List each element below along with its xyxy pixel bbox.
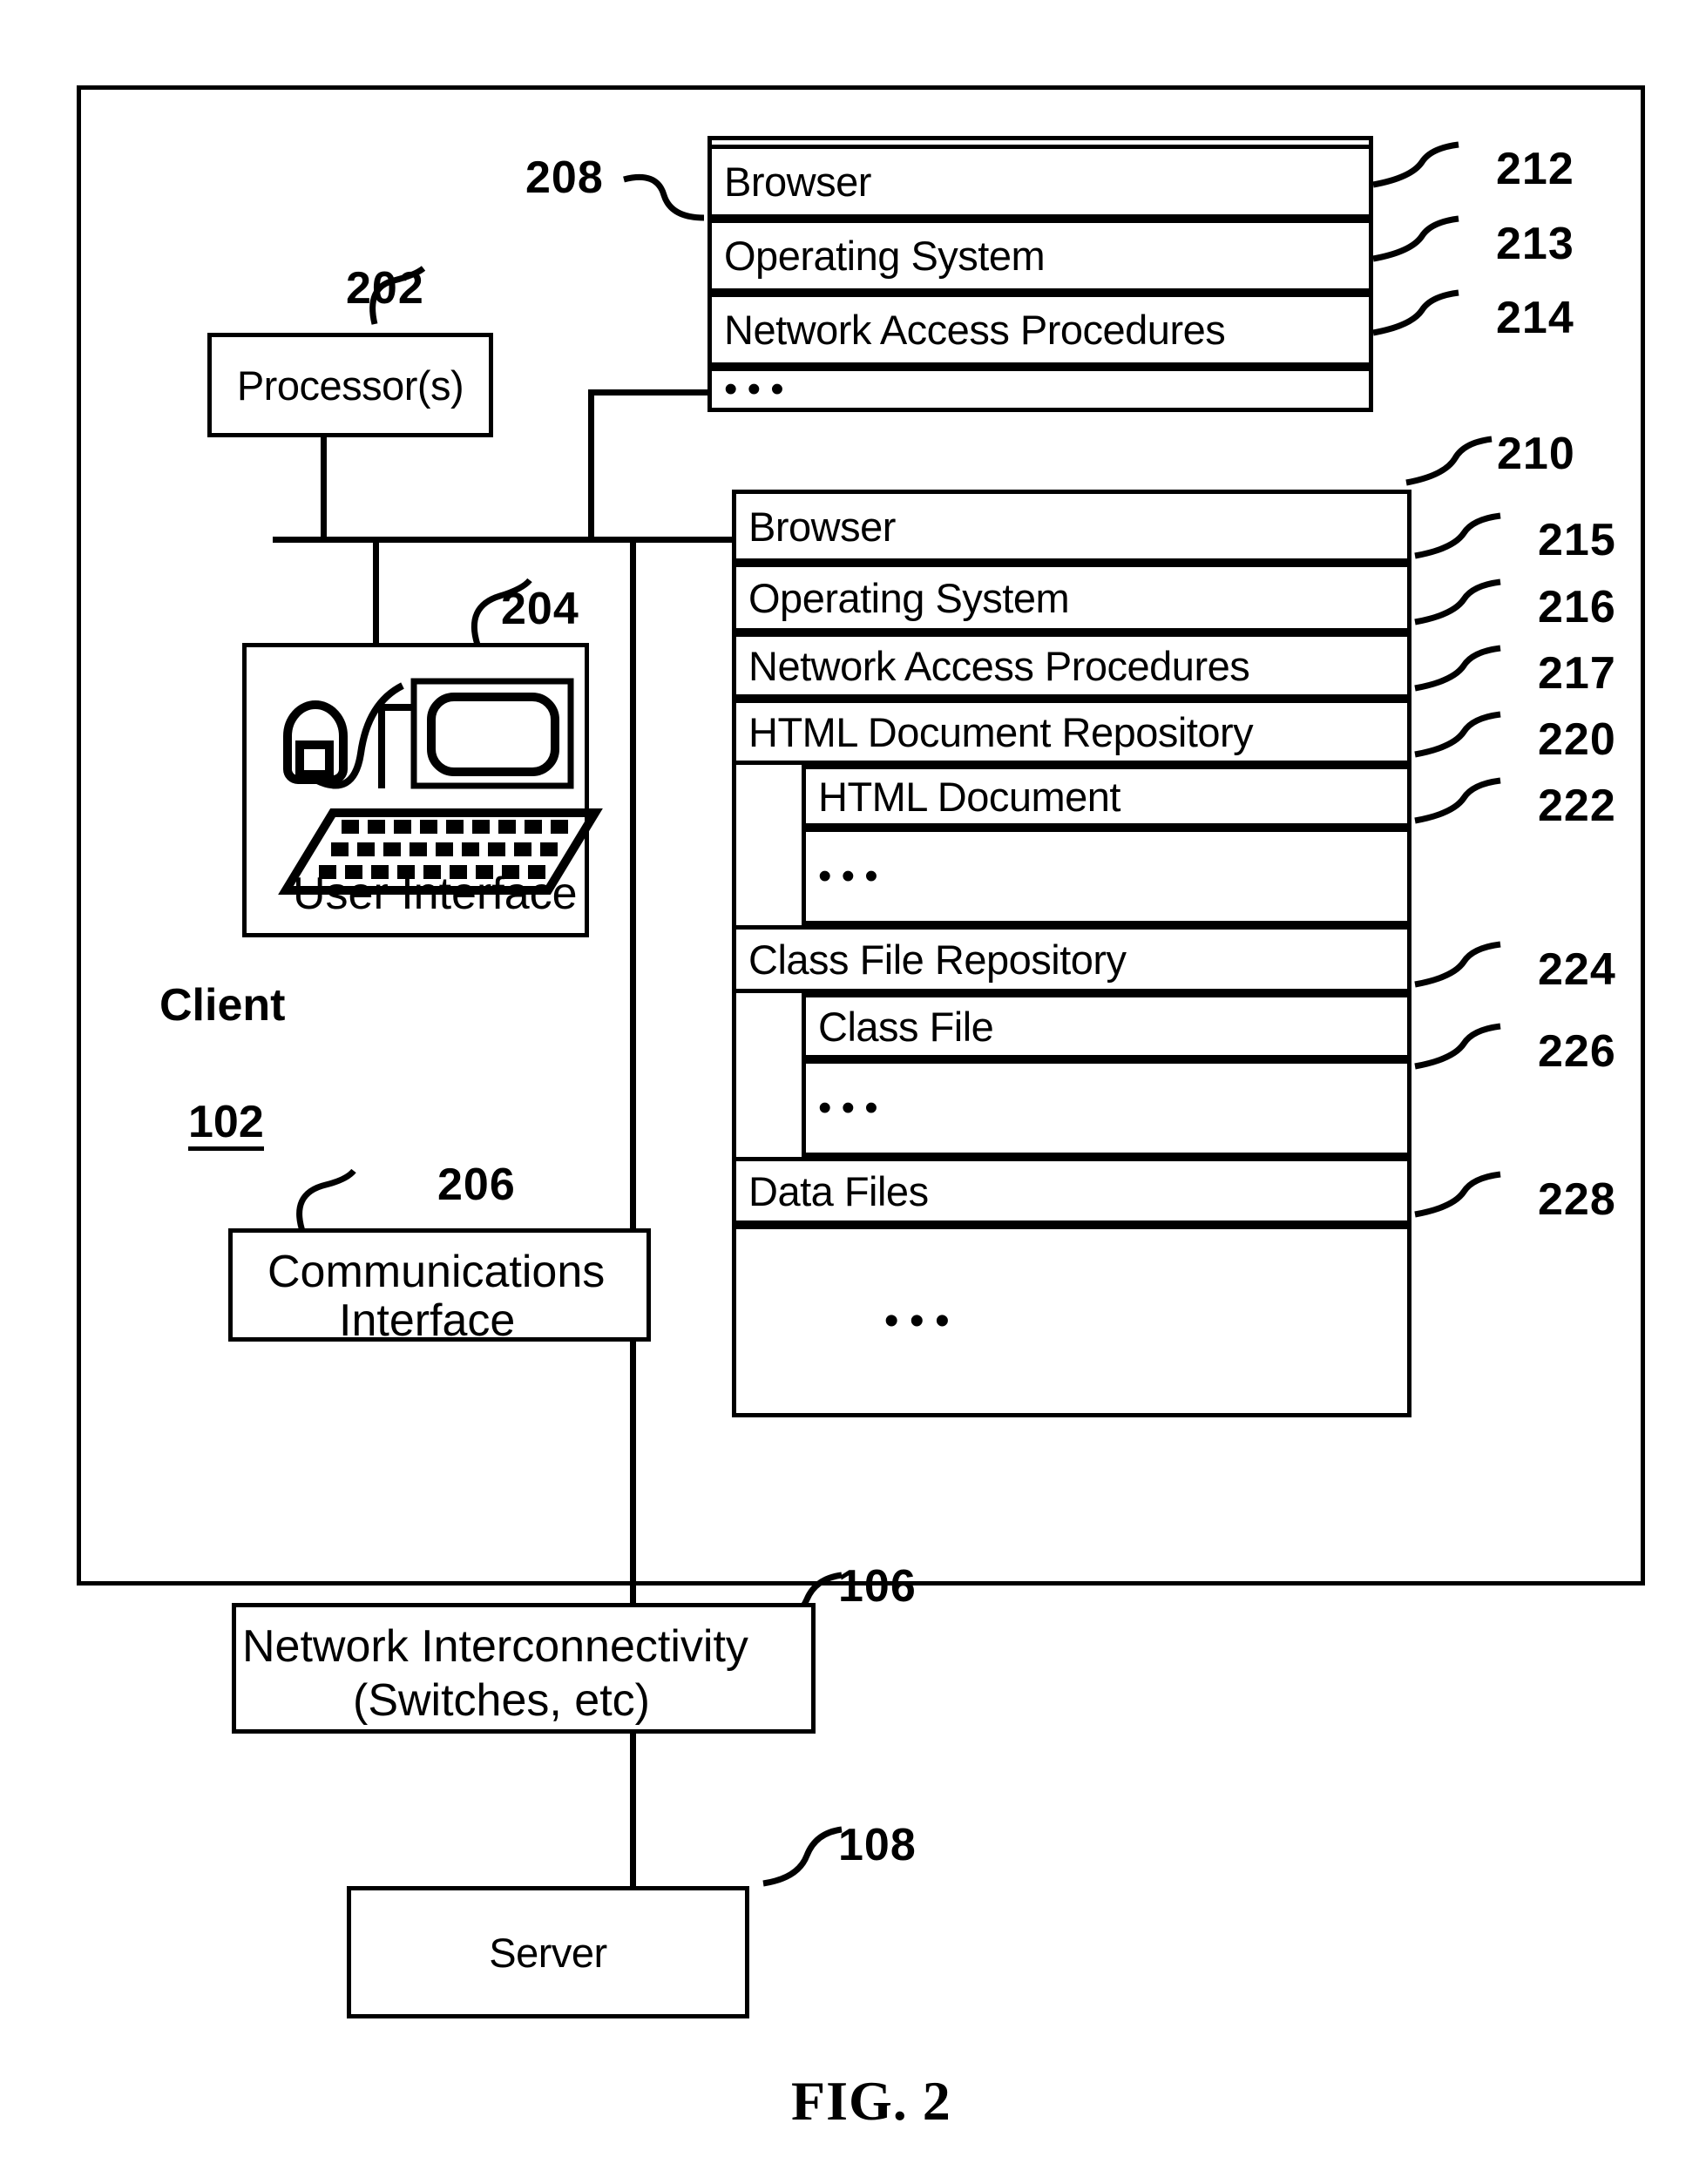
memory-210-row-class-file-label: Class File: [818, 1003, 994, 1050]
memory-208-row-os: Operating System: [707, 219, 1373, 293]
network-label-line1: Network Interconnectivity: [242, 1621, 748, 1672]
comm-interface-bus-line: [630, 537, 636, 1229]
network-label-line2: (Switches, etc): [353, 1675, 650, 1726]
patent-figure-2: Processor(s) User Interface Client 102 C…: [0, 0, 1706, 2184]
memory-210-row-html-document-label: HTML Document: [818, 773, 1120, 820]
ref-204: 204: [501, 584, 579, 634]
communications-interface-label-line1: Communications: [267, 1247, 606, 1297]
processor-box: Processor(s): [207, 333, 493, 437]
client-to-network-line: [630, 1342, 636, 1603]
ref-202: 202: [346, 263, 424, 314]
processor-label: Processor(s): [236, 362, 464, 409]
memory-208-row-browser: Browser: [707, 145, 1373, 219]
memory-210-row-class-repo: Class File Repository: [732, 925, 1412, 993]
memory-210-row-class-ellipsis: • • •: [802, 1059, 1412, 1157]
memory-208-row-nap: Network Access Procedures: [707, 293, 1373, 367]
memory-210-row-nap: Network Access Procedures: [732, 632, 1412, 699]
ref-224: 224: [1538, 944, 1616, 995]
ref-210: 210: [1497, 429, 1575, 479]
memory-210-row-browser-label: Browser: [748, 503, 896, 550]
memory-210-class-ellipsis-label: • • •: [818, 1086, 878, 1129]
client-title: Client: [159, 980, 286, 1031]
memory-208-row-ellipsis: • • •: [707, 367, 1373, 412]
ref-217: 217: [1538, 648, 1616, 699]
ui-bus-stub: [373, 537, 379, 645]
user-interface-label: User Interface: [293, 869, 578, 919]
memory-208-ellipsis-label: • • •: [724, 368, 784, 410]
bus-to-memory-210: [610, 537, 736, 543]
server-box: Server: [347, 1886, 749, 2018]
memory-208-row-browser-label: Browser: [724, 159, 871, 205]
client-ref: 102: [188, 1099, 264, 1151]
memory-210-row-html-ellipsis: • • •: [802, 828, 1412, 925]
memory-210-row-os: Operating System: [732, 563, 1412, 632]
memory-210-bottom-ellipsis-label: • • •: [883, 1297, 950, 1344]
processor-bus-stub: [321, 437, 327, 540]
memory-210-row-nap-label: Network Access Procedures: [748, 642, 1250, 689]
ref-222: 222: [1538, 781, 1616, 831]
ref-215: 215: [1538, 515, 1616, 565]
leader-108: [762, 1826, 843, 1887]
memory-208-connector-horizontal: [588, 389, 710, 396]
network-to-server-line: [630, 1734, 636, 1886]
memory-208-row-os-label: Operating System: [724, 233, 1046, 279]
ref-220: 220: [1538, 714, 1616, 765]
ref-214: 214: [1496, 293, 1574, 343]
ref-208: 208: [525, 152, 604, 203]
figure-caption: FIG. 2: [791, 2070, 951, 2132]
memory-210-row-os-label: Operating System: [748, 574, 1070, 621]
ref-206: 206: [437, 1160, 516, 1210]
memory-210-html-ellipsis-label: • • •: [818, 855, 878, 897]
memory-208-connector-vertical: [588, 389, 594, 543]
ref-106: 106: [838, 1561, 917, 1612]
ref-216: 216: [1538, 582, 1616, 632]
communications-interface-label-line2: Interface: [339, 1295, 516, 1346]
memory-208-row-nap-label: Network Access Procedures: [724, 307, 1226, 353]
memory-210-row-class-repo-label: Class File Repository: [748, 936, 1127, 983]
memory-210-row-bottom-ellipsis: • • •: [732, 1225, 1412, 1417]
ref-213: 213: [1496, 219, 1574, 269]
memory-210-row-html-repo-label: HTML Document Repository: [748, 708, 1254, 755]
memory-210-row-browser: Browser: [732, 490, 1412, 563]
ref-108: 108: [838, 1820, 917, 1870]
ref-228: 228: [1538, 1174, 1616, 1225]
memory-210-row-class-file: Class File: [802, 993, 1412, 1059]
memory-210-row-data-files: Data Files: [732, 1157, 1412, 1225]
memory-210-row-data-files-label: Data Files: [748, 1167, 929, 1214]
ref-212: 212: [1496, 144, 1574, 194]
memory-210-row-html-document: HTML Document: [802, 765, 1412, 828]
server-label: Server: [489, 1929, 607, 1976]
ref-226: 226: [1538, 1026, 1616, 1077]
memory-210-row-html-repo: HTML Document Repository: [732, 699, 1412, 765]
